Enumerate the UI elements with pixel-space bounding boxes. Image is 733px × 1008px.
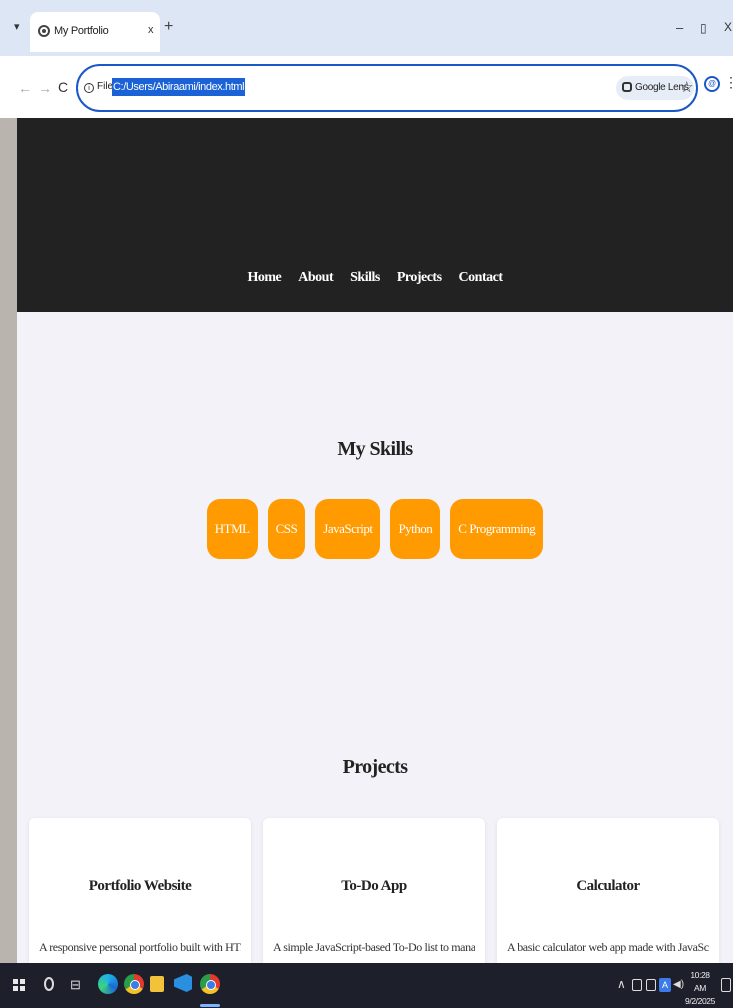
nav-link-contact[interactable]: Contact bbox=[459, 270, 503, 286]
nav-link-skills[interactable]: Skills bbox=[350, 270, 380, 286]
skill-pill: JavaScript bbox=[315, 499, 381, 559]
chrome-browser-icon[interactable] bbox=[124, 974, 144, 994]
back-arrow-icon[interactable]: ← bbox=[18, 80, 32, 96]
project-title: Calculator bbox=[576, 878, 640, 894]
browser-menu-icon[interactable]: ⋮ bbox=[724, 74, 733, 91]
project-description: A responsive personal portfolio built wi… bbox=[39, 940, 241, 954]
skill-pill: Python bbox=[390, 499, 441, 559]
site-info-label: File bbox=[97, 81, 114, 92]
browser-toolbar: ← → C i File C:/Users/Abiraami/index.html… bbox=[0, 56, 733, 118]
page-viewport: Home About Skills Projects Contact My Sk… bbox=[17, 118, 733, 963]
nav-link-about[interactable]: About bbox=[298, 270, 333, 286]
window-close-icon[interactable]: X bbox=[724, 20, 732, 34]
address-bar[interactable]: i File C:/Users/Abiraami/index.html Googl… bbox=[76, 64, 698, 112]
search-icon[interactable] bbox=[44, 977, 54, 991]
nav-link-projects[interactable]: Projects bbox=[397, 270, 442, 286]
windows-start-icon[interactable] bbox=[13, 979, 25, 991]
lens-icon bbox=[622, 82, 632, 92]
projects-heading: Projects bbox=[342, 756, 408, 778]
bookmark-star-icon[interactable]: ☆ bbox=[680, 78, 693, 96]
nav-link-home[interactable]: Home bbox=[248, 270, 282, 286]
skill-pill: C Programming bbox=[450, 499, 544, 559]
edge-browser-icon[interactable] bbox=[98, 974, 118, 994]
clock-time: 10:28 AM bbox=[690, 970, 710, 993]
chrome-active-window-icon[interactable] bbox=[200, 974, 220, 994]
window-minimize-icon[interactable]: – bbox=[676, 20, 683, 35]
tray-chevron-up-icon[interactable]: ∧ bbox=[617, 977, 626, 991]
project-title: Portfolio Website bbox=[88, 878, 192, 894]
task-view-icon[interactable]: ⊟ bbox=[70, 977, 81, 993]
project-card: To-Do App A simple JavaScript-based To-D… bbox=[263, 818, 485, 963]
browser-tab-bar: ▾ My Portfolio x + – ▯ X bbox=[0, 0, 733, 56]
vscode-icon[interactable] bbox=[174, 974, 192, 992]
profile-avatar-icon[interactable]: @ bbox=[704, 76, 720, 92]
project-description: A simple JavaScript-based To-Do list to … bbox=[273, 940, 475, 954]
window-restore-icon[interactable]: ▯ bbox=[700, 21, 707, 35]
skill-pill: HTML bbox=[206, 499, 258, 559]
reload-icon[interactable]: C bbox=[58, 79, 68, 95]
notification-icon[interactable] bbox=[721, 978, 731, 992]
clock-date: 9/2/2025 bbox=[685, 996, 715, 1006]
site-info-button[interactable]: i File bbox=[84, 81, 113, 93]
project-card: Calculator A basic calculator web app ma… bbox=[497, 818, 719, 963]
os-taskbar: ⊟ ∧ A ◀) 10:28 AM 9/2/2025 bbox=[0, 963, 733, 1008]
volume-icon[interactable]: ◀) bbox=[673, 979, 684, 990]
browser-tab[interactable]: My Portfolio x bbox=[30, 12, 160, 52]
url-text[interactable]: C:/Users/Abiraami/index.html bbox=[112, 78, 246, 96]
tab-title: My Portfolio bbox=[54, 25, 109, 37]
active-app-indicator bbox=[200, 1004, 220, 1007]
skill-pill: CSS bbox=[267, 499, 306, 559]
tab-search-chevron-icon[interactable]: ▾ bbox=[14, 20, 20, 33]
project-title: To-Do App bbox=[341, 878, 407, 894]
globe-favicon-icon bbox=[38, 25, 50, 37]
network-icon[interactable] bbox=[632, 979, 642, 991]
project-description: A basic calculator web app made with Jav… bbox=[507, 940, 709, 954]
system-clock[interactable]: 10:28 AM 9/2/2025 bbox=[684, 969, 716, 1008]
hero-header: Home About Skills Projects Contact bbox=[17, 118, 733, 312]
project-card: Portfolio Website A responsive personal … bbox=[29, 818, 251, 963]
file-explorer-icon[interactable] bbox=[150, 976, 164, 992]
forward-arrow-icon[interactable]: → bbox=[38, 80, 52, 96]
language-icon[interactable]: A bbox=[659, 978, 671, 992]
info-icon: i bbox=[84, 83, 94, 93]
new-tab-icon[interactable]: + bbox=[164, 18, 173, 36]
main-nav: Home About Skills Projects Contact bbox=[17, 270, 733, 286]
battery-icon[interactable] bbox=[646, 979, 656, 991]
skills-heading: My Skills bbox=[337, 438, 413, 460]
skills-list: HTML CSS JavaScript Python C Programming bbox=[17, 499, 733, 559]
tab-close-icon[interactable]: x bbox=[148, 24, 154, 36]
